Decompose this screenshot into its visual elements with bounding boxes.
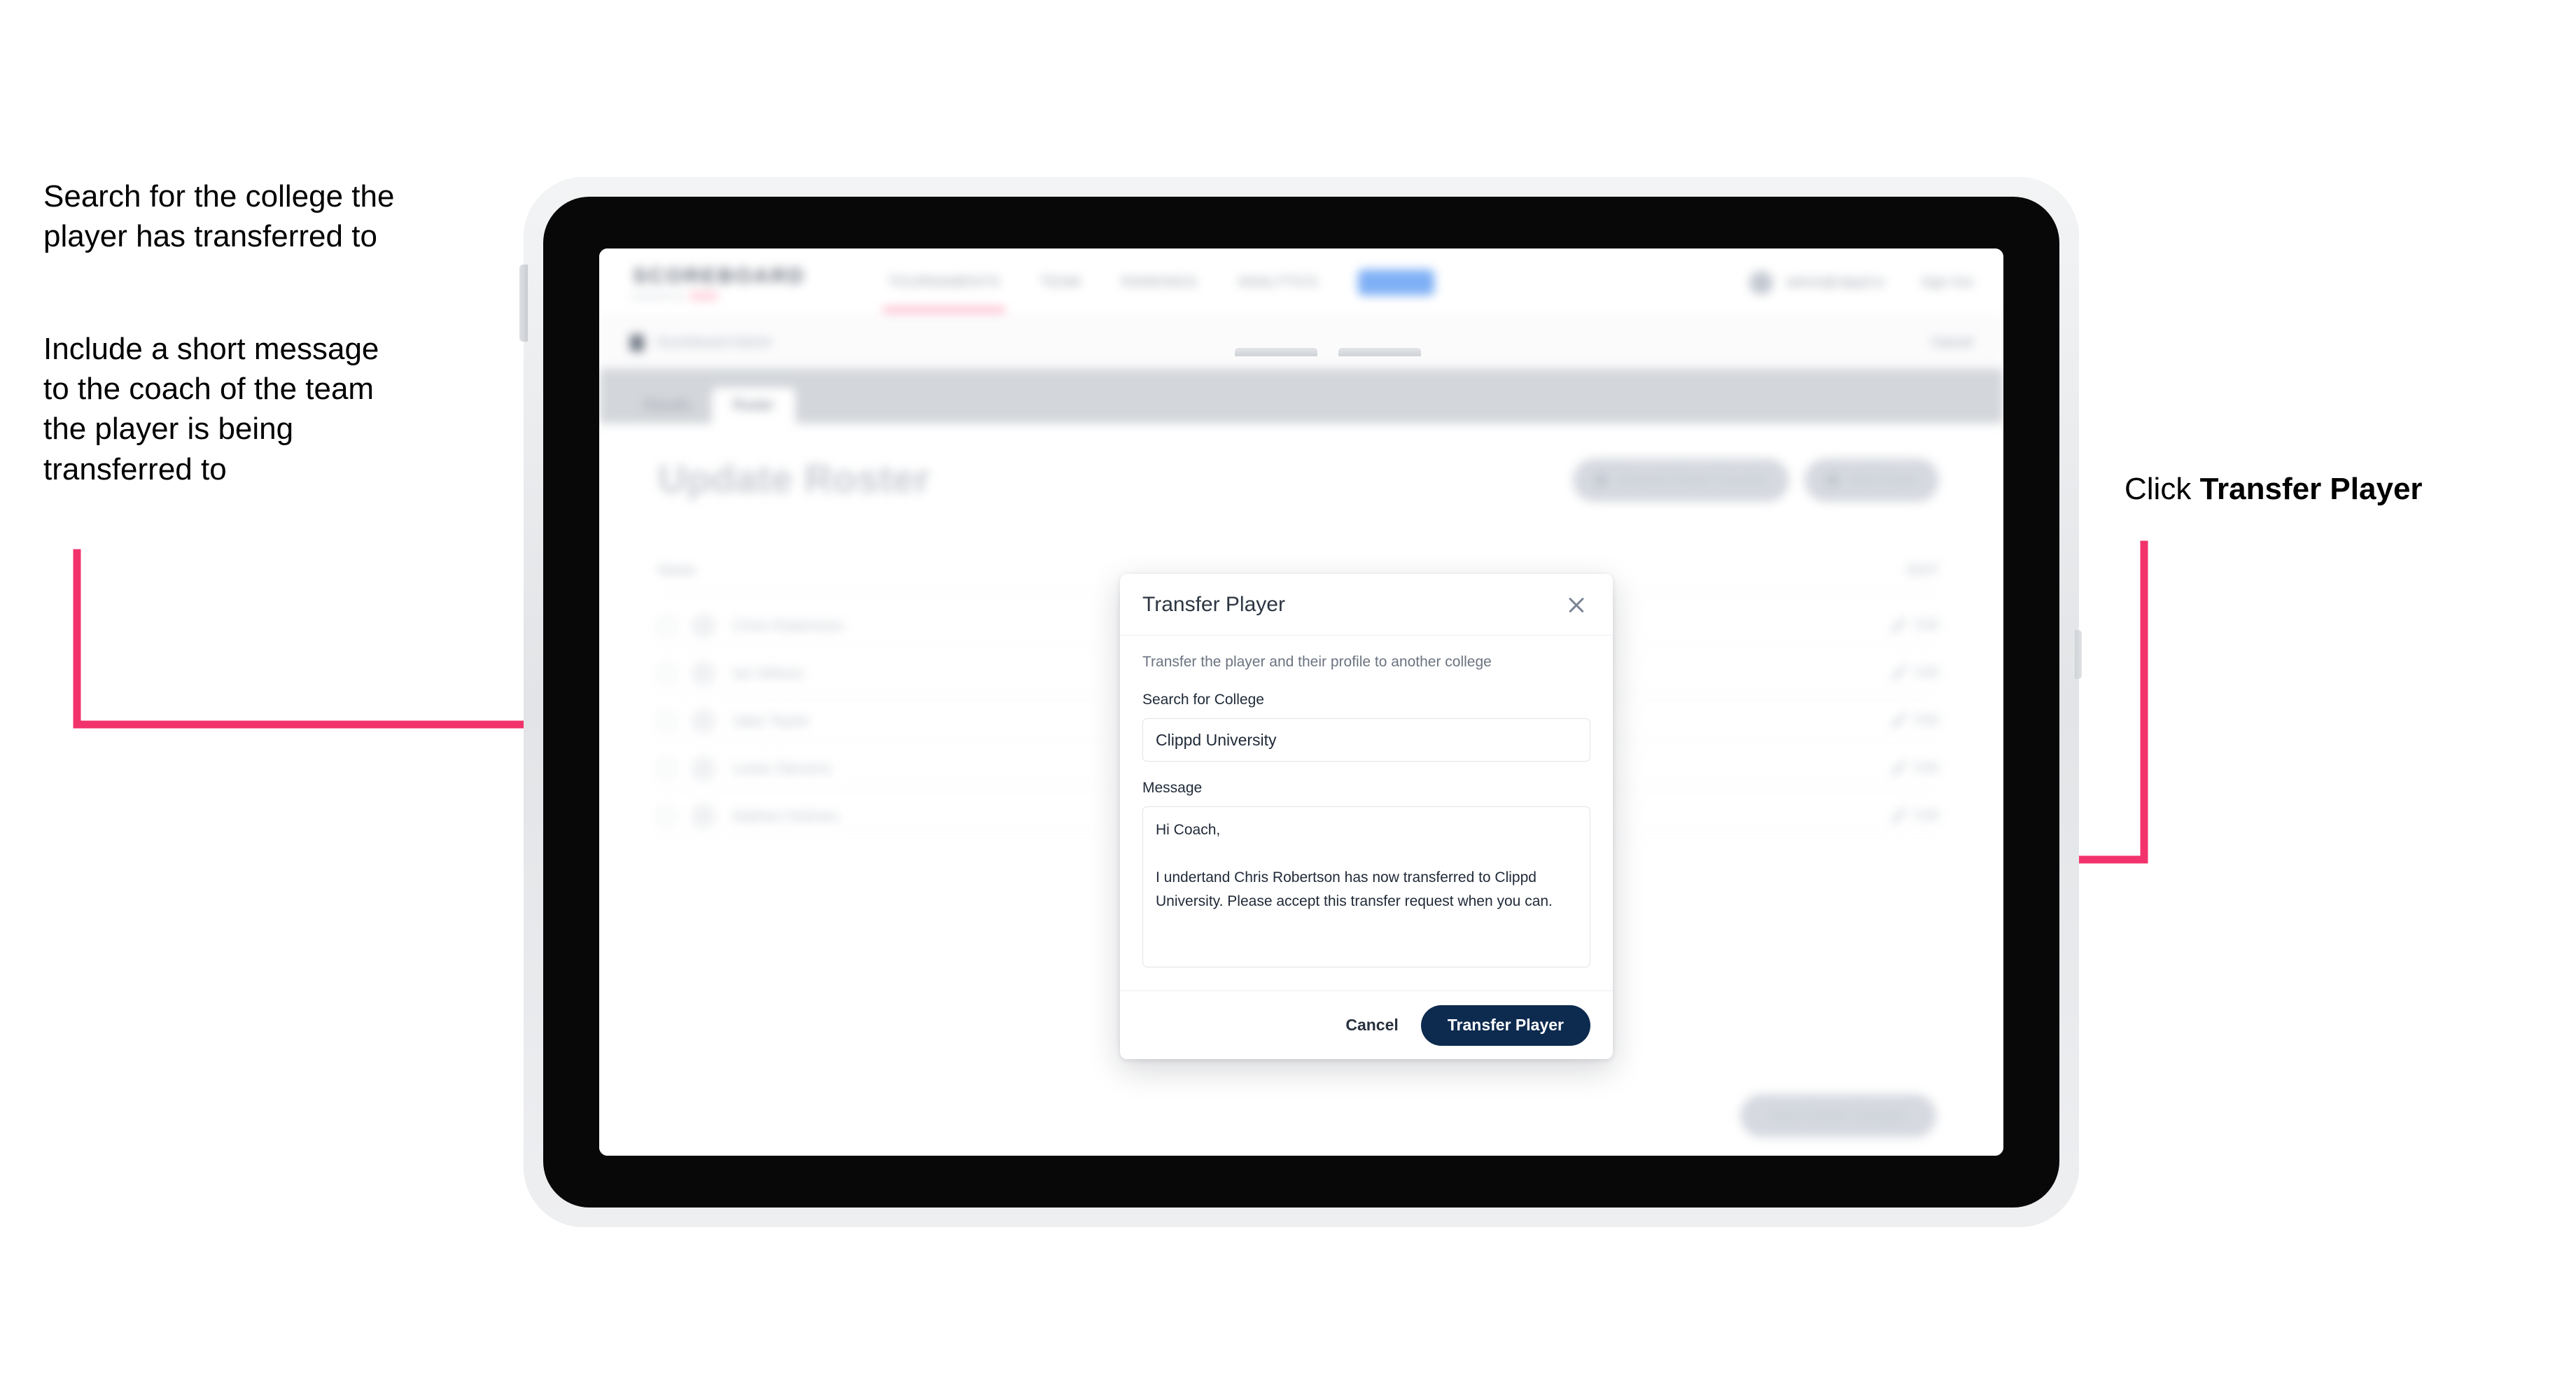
dialog-subtitle: Transfer the player and their profile to… bbox=[1142, 654, 1492, 670]
dialog-footer: Cancel Transfer Player bbox=[1120, 990, 1613, 1059]
annotation-note-click-transfer: Click Transfer Player bbox=[2124, 469, 2544, 509]
nav-item-tournaments[interactable]: TOURNAMENTS bbox=[882, 274, 1005, 312]
dialog-body: Transfer the player and their profile to… bbox=[1120, 636, 1613, 990]
page-title: Update Roster bbox=[658, 456, 931, 500]
dialog-header: Transfer Player bbox=[1120, 574, 1613, 636]
avatar bbox=[692, 708, 715, 733]
brand-logo[interactable]: SCOREBOARD powered by bbox=[633, 265, 806, 301]
avatar bbox=[692, 613, 715, 638]
search-college-label: Search for College bbox=[1142, 692, 1264, 708]
add-player-label: Add Player bbox=[1849, 472, 1918, 488]
search-college-input[interactable] bbox=[1142, 718, 1590, 762]
breadcrumb-root[interactable]: Scoreboard bbox=[657, 335, 729, 350]
breadcrumb-current: Admin bbox=[729, 335, 772, 350]
message-label: Message bbox=[1142, 780, 1203, 796]
book-icon bbox=[630, 334, 644, 351]
row-checkbox[interactable] bbox=[658, 712, 675, 729]
row-checkbox[interactable] bbox=[658, 617, 675, 634]
volume-down-button bbox=[1338, 348, 1421, 356]
request-player-transfer-label: Request Player Transfer bbox=[1617, 472, 1769, 488]
side-port bbox=[2075, 630, 2082, 679]
player-name: Ian Wilson bbox=[732, 664, 804, 682]
player-name: Nathan Holmes bbox=[732, 806, 839, 825]
message-textarea[interactable] bbox=[1142, 806, 1590, 967]
nav-item-analytics[interactable]: ANALYTICS bbox=[1238, 274, 1317, 290]
row-edit-label: Edit bbox=[1914, 665, 1939, 680]
row-edit-action[interactable]: Edit bbox=[1891, 713, 1939, 729]
app-window: SCOREBOARD powered by TOURNAMENTS TEAM R… bbox=[599, 248, 2003, 1156]
close-icon[interactable] bbox=[1562, 591, 1590, 619]
power-button bbox=[519, 265, 528, 342]
tablet-screen: SCOREBOARD powered by TOURNAMENTS TEAM R… bbox=[599, 248, 2003, 1156]
save-roster-changes-button[interactable]: Save Roster Changes bbox=[1740, 1094, 1936, 1138]
tablet-device-frame: SCOREBOARD powered by TOURNAMENTS TEAM R… bbox=[524, 177, 2079, 1227]
row-edit-action[interactable]: Edit bbox=[1891, 617, 1939, 634]
annotation-click-prefix: Click bbox=[2124, 472, 2200, 506]
tab-bar: Results Roster bbox=[599, 369, 2003, 424]
breadcrumb-text: Scoreboard Admin bbox=[657, 335, 772, 351]
row-edit-action[interactable]: Edit bbox=[1891, 760, 1939, 776]
row-checkbox[interactable] bbox=[658, 760, 675, 777]
transfer-player-button[interactable]: Transfer Player bbox=[1420, 1004, 1590, 1046]
pencil-icon bbox=[1891, 665, 1907, 681]
brand-wordmark: SCOREBOARD bbox=[633, 264, 806, 288]
tab-roster[interactable]: Roster bbox=[711, 388, 795, 424]
row-edit-label: Edit bbox=[1914, 808, 1939, 823]
page-header-actions: Request Player Transfer Add Player bbox=[1572, 458, 1939, 502]
annotation-click-target: Transfer Player bbox=[2199, 472, 2423, 506]
main-nav: TOURNAMENTS TEAM RANKINGS ANALYTICS ADMI… bbox=[882, 270, 1434, 312]
pencil-icon bbox=[1891, 713, 1907, 729]
request-player-transfer-button[interactable]: Request Player Transfer bbox=[1572, 458, 1790, 502]
row-checkbox[interactable] bbox=[658, 664, 675, 682]
nav-item-rankings[interactable]: RANKINGS bbox=[1121, 274, 1197, 290]
account-email: admin@clippd.io bbox=[1786, 274, 1885, 290]
avatar bbox=[692, 756, 715, 780]
breadcrumb-cancel-link[interactable]: Cancel bbox=[1931, 335, 1973, 351]
app-header: SCOREBOARD powered by TOURNAMENTS TEAM R… bbox=[599, 248, 2003, 317]
dialog-title: Transfer Player bbox=[1142, 592, 1285, 616]
annotation-note-search-college: Search for the college the player has tr… bbox=[43, 179, 395, 254]
brand-powered-by: powered by bbox=[633, 290, 684, 301]
player-name: Chris Robertson bbox=[732, 616, 844, 634]
player-name: Jake Taylor bbox=[732, 711, 810, 729]
annotation-note-include-message: Include a short message to the coach of … bbox=[43, 332, 379, 486]
breadcrumb: Scoreboard Admin Cancel bbox=[599, 317, 2003, 369]
column-header-name: Name bbox=[658, 563, 696, 578]
save-roster-changes-label: Save Roster Changes bbox=[1770, 1107, 1907, 1124]
plus-icon bbox=[1826, 473, 1840, 487]
transfer-icon bbox=[1593, 473, 1608, 487]
field-spacer bbox=[1142, 762, 1590, 780]
app-header-right: admin@clippd.io Sign Out bbox=[1749, 270, 1973, 295]
row-edit-action[interactable]: Edit bbox=[1891, 665, 1939, 681]
row-edit-label: Edit bbox=[1914, 713, 1939, 728]
tab-results[interactable]: Results bbox=[623, 388, 712, 424]
brand-partner-logo bbox=[689, 291, 719, 300]
screenshot-canvas: Search for the college the player has tr… bbox=[0, 0, 2576, 1386]
brand-subline: powered by bbox=[633, 291, 806, 301]
pencil-icon bbox=[1891, 617, 1907, 634]
pencil-icon bbox=[1891, 808, 1907, 824]
nav-item-team[interactable]: TEAM bbox=[1040, 274, 1081, 290]
avatar[interactable] bbox=[1749, 270, 1774, 295]
row-edit-action[interactable]: Edit bbox=[1891, 808, 1939, 824]
nav-item-admin[interactable]: ADMIN bbox=[1358, 270, 1434, 295]
row-edit-label: Edit bbox=[1914, 760, 1939, 776]
player-name: Lewis Stevens bbox=[732, 759, 832, 777]
volume-up-button bbox=[1235, 348, 1317, 356]
sign-out-link[interactable]: Sign Out bbox=[1921, 275, 1973, 290]
avatar bbox=[692, 661, 715, 685]
cancel-button[interactable]: Cancel bbox=[1341, 1009, 1402, 1042]
transfer-player-dialog: Transfer Player Transfer the player and … bbox=[1120, 574, 1613, 1059]
avatar bbox=[692, 804, 715, 828]
row-edit-label: Edit bbox=[1914, 617, 1939, 633]
column-header-edit: EDIT bbox=[1907, 563, 1939, 578]
row-checkbox[interactable] bbox=[658, 807, 675, 825]
pencil-icon bbox=[1891, 760, 1907, 776]
add-player-button[interactable]: Add Player bbox=[1805, 458, 1939, 502]
